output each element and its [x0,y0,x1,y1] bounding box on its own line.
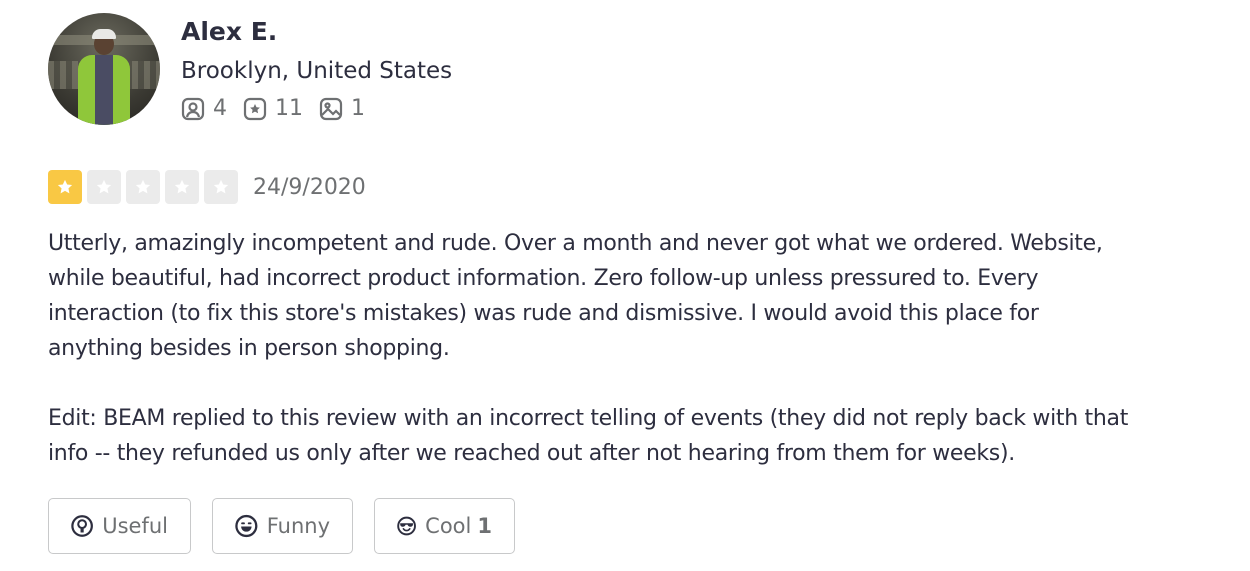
funny-label: Funny [266,514,330,538]
rating-row: 24/9/2020 [48,170,366,204]
avatar[interactable] [48,13,160,125]
star-empty [165,170,199,204]
laughing-face-icon [235,514,258,538]
friends-stat: 4 [181,96,227,121]
reviewer-info: Alex E. Brooklyn, United States 4 11 1 [181,13,452,125]
star-icon [174,179,190,194]
star-filled [48,170,82,204]
star-rating [48,170,243,204]
star-empty [126,170,160,204]
useful-label: Useful [102,514,168,538]
useful-button[interactable]: Useful [48,498,191,554]
friends-icon [181,97,205,120]
star-icon [57,179,73,194]
star-empty [87,170,121,204]
cool-button[interactable]: Cool 1 [374,498,515,554]
friends-count: 4 [213,96,227,121]
review-actions: Useful Funny Cool 1 [48,498,536,554]
photos-stat: 1 [319,96,365,121]
sunglasses-face-icon [397,516,416,536]
funny-button[interactable]: Funny [212,498,353,554]
reviewer-location: Brooklyn, United States [181,58,453,84]
review-paragraph: Edit: BEAM replied to this review with a… [48,406,1129,466]
reviews-star-icon [243,97,267,120]
cool-count: 1 [477,514,492,538]
review-paragraph: Utterly, amazingly incompetent and rude.… [48,231,1103,361]
review-date: 24/9/2020 [253,174,366,200]
star-icon [96,179,112,194]
cool-label: Cool [425,514,472,538]
reviewer-header: Alex E. Brooklyn, United States 4 11 1 [48,13,452,125]
star-empty [204,170,238,204]
reviews-stat: 11 [243,96,303,121]
photos-icon [319,97,343,120]
reviewer-name[interactable]: Alex E. [181,16,452,48]
lightbulb-icon [71,515,93,537]
photos-count: 1 [351,96,365,121]
review-body: Utterly, amazingly incompetent and rude.… [48,226,1208,506]
reviews-count: 11 [275,96,303,121]
star-icon [213,179,229,194]
star-icon [135,179,151,194]
reviewer-stats: 4 11 1 [181,96,452,121]
